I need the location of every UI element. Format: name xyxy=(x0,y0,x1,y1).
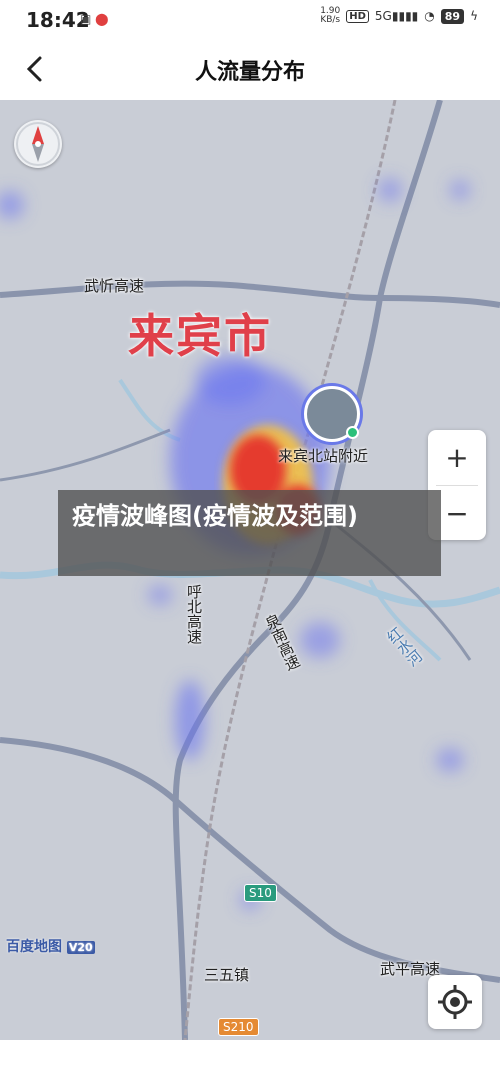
caption-overlay: 疫情波峰图(疫情波及范围) xyxy=(58,490,441,576)
road-shield-s10: S10 xyxy=(244,884,277,902)
app-header: 人流量分布 xyxy=(0,40,500,100)
locate-button[interactable] xyxy=(428,975,482,1029)
hd-badge: HD xyxy=(346,9,369,23)
net-speed: 1.90 KB/s xyxy=(320,6,341,25)
town-label: 三五镇 xyxy=(204,966,250,984)
poi-status-dot xyxy=(346,426,359,439)
map-provider-logo: 百度地图 V20 xyxy=(6,939,95,955)
crosshair-icon xyxy=(438,985,472,1019)
system-nav-bar xyxy=(0,1040,500,1069)
city-label: 来宾市 xyxy=(128,309,272,363)
status-notification-icons: ▣ ⬤ xyxy=(80,12,109,26)
road-label-hubei: 呼北高速 xyxy=(185,584,203,644)
zoom-in-button[interactable]: + xyxy=(428,430,486,485)
status-bar: 18:42 ▣ ⬤ 1.90 KB/s HD 5G▮▮▮▮ ◔ 89 ϟ xyxy=(0,0,500,40)
gallery-icon: ▣ xyxy=(80,12,92,26)
status-right-group: 1.90 KB/s HD 5G▮▮▮▮ ◔ 89 ϟ xyxy=(320,7,478,25)
compass-button[interactable] xyxy=(14,120,62,168)
wifi-icon: ◔ xyxy=(424,9,435,23)
road-shield-s210: S210 xyxy=(218,1018,259,1036)
battery-indicator: 89 xyxy=(440,8,465,24)
charging-icon: ϟ xyxy=(470,9,478,23)
page-title: 人流量分布 xyxy=(194,60,305,85)
signal-indicator: 5G▮▮▮▮ xyxy=(374,9,419,23)
poi-label: 来宾北站附近 xyxy=(278,447,369,465)
road-label-wuxin: 武忻高速 xyxy=(84,277,145,295)
compass-icon xyxy=(16,122,60,166)
poi-thumbnail[interactable] xyxy=(304,386,360,442)
location-icon: ⬤ xyxy=(95,12,109,26)
